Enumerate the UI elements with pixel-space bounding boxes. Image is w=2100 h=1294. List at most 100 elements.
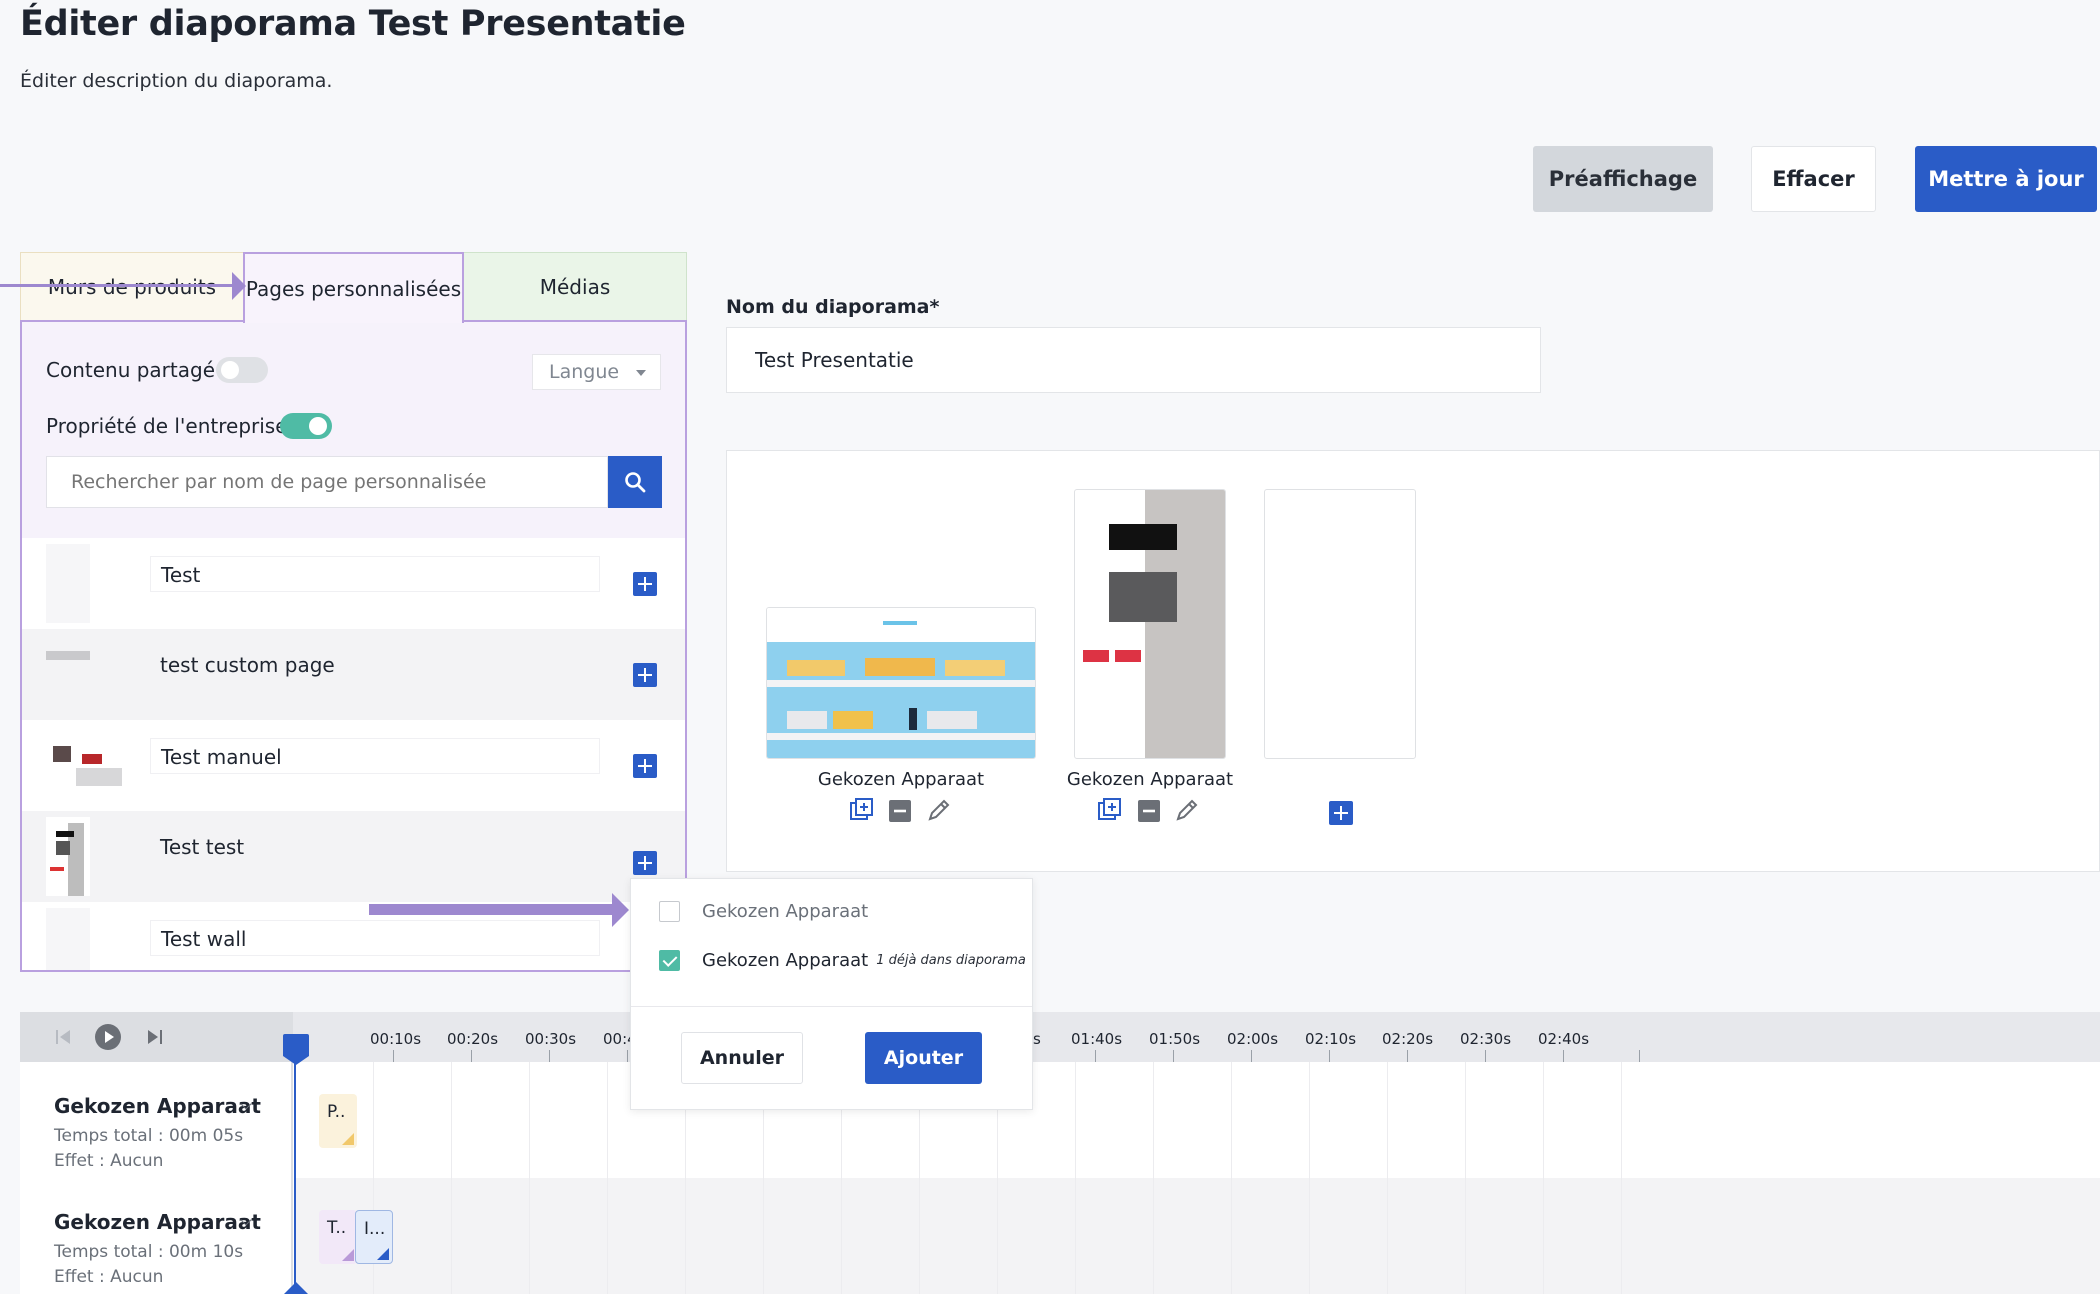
clip-label: T.. <box>327 1218 347 1238</box>
add-slide-button[interactable] <box>1329 801 1353 825</box>
custom-pages-panel: Contenu partagé Langue Propriété de l'en… <box>20 320 687 972</box>
edit-slide-icon[interactable] <box>1174 797 1200 823</box>
add-page-button[interactable] <box>633 754 657 778</box>
annotation-arrow <box>369 904 615 915</box>
shared-content-label: Contenu partagé <box>46 358 216 382</box>
shared-content-toggle[interactable] <box>216 357 268 383</box>
playhead-handle[interactable] <box>283 1034 309 1065</box>
tab-media[interactable]: Médias <box>463 252 687 322</box>
list-item: Test <box>22 538 685 629</box>
track-total-time: Temps total : 00m 05s <box>54 1126 244 1146</box>
toggle-knob <box>221 361 239 379</box>
tab-product-walls[interactable]: Murs de produits <box>20 252 244 322</box>
clip-label: P.. <box>327 1102 346 1122</box>
page-thumbnail <box>46 817 90 896</box>
add-page-button[interactable] <box>633 663 657 687</box>
annotation-arrow <box>0 284 232 287</box>
add-page-button[interactable] <box>633 851 657 875</box>
caret-down-icon <box>636 370 646 376</box>
page-thumbnail <box>46 726 126 805</box>
track-total-time: Temps total : 00m 10s <box>54 1242 244 1262</box>
timeline-time-label: 02:00s <box>1227 1030 1279 1048</box>
edit-slide-icon[interactable] <box>926 797 952 823</box>
playback-controls <box>20 1012 293 1062</box>
timeline-time-label: 00:20s <box>447 1030 499 1048</box>
page-title: Éditer diaporama Test Presentatie <box>20 4 686 44</box>
page-name: Test <box>150 556 600 592</box>
timeline-time-label: 02:30s <box>1460 1030 1512 1048</box>
update-button[interactable]: Mettre à jour <box>1915 146 2097 212</box>
slideshow-name-input[interactable] <box>726 327 1541 393</box>
popover-option[interactable]: Gekozen Apparaat 1 déjà dans diaporama <box>659 950 1026 971</box>
timeline-time-label: 02:10s <box>1305 1030 1357 1048</box>
page-name: test custom page <box>160 653 335 677</box>
company-property-label: Propriété de l'entreprise <box>46 414 288 438</box>
remove-slide-icon[interactable] <box>1137 799 1161 823</box>
slideshow-name-label: Nom du diaporama* <box>726 296 940 318</box>
slide-thumbnail[interactable] <box>1074 489 1226 759</box>
arrow-head-icon <box>232 272 246 300</box>
timeline-time-label: s <box>1033 1030 1041 1048</box>
slide-thumbnail[interactable] <box>766 607 1036 759</box>
company-property-toggle[interactable] <box>280 413 332 439</box>
toggle-knob <box>309 417 327 435</box>
page-name: Test wall <box>150 920 600 956</box>
tab-custom-pages[interactable]: Pages personnalisées <box>243 252 464 323</box>
popover-option[interactable]: Gekozen Apparaat <box>659 901 868 922</box>
clear-button[interactable]: Effacer <box>1751 146 1876 212</box>
arrow-head-icon <box>612 893 629 927</box>
add-button[interactable]: Ajouter <box>865 1032 982 1084</box>
add-page-button[interactable] <box>633 572 657 596</box>
page-subtitle: Éditer description du diaporama. <box>20 70 333 92</box>
option-checkbox[interactable] <box>659 901 680 922</box>
content-tabs: Murs de produits Pages personnalisées Mé… <box>20 252 687 323</box>
timeline: 00:10s 00:20s 00:30s 00:4 s 01:40s 01:50… <box>20 1012 2100 1294</box>
resize-handle-icon[interactable] <box>377 1248 389 1260</box>
slide-caption: Gekozen Apparaat <box>817 769 985 790</box>
timeline-time-label: 02:40s <box>1538 1030 1590 1048</box>
timeline-clip[interactable]: P.. <box>319 1094 357 1148</box>
slides-area: Gekozen Apparaat Gekozen Apparaat <box>726 450 2100 872</box>
page-thumbnail <box>46 635 90 714</box>
track-effect: Effet : Aucun <box>54 1151 164 1171</box>
clip-label: I... <box>364 1219 386 1239</box>
page-name: Test manuel <box>150 738 600 774</box>
timeline-track <box>295 1062 2100 1178</box>
slide-caption: Gekozen Apparaat <box>1066 769 1234 790</box>
remove-slide-icon[interactable] <box>888 799 912 823</box>
resize-handle-icon[interactable] <box>342 1249 354 1261</box>
timeline-track <box>295 1178 2100 1294</box>
custom-page-search-input[interactable] <box>46 456 608 508</box>
page-name: Test test <box>160 835 245 859</box>
timeline-ruler[interactable] <box>20 1012 2100 1062</box>
skip-forward-icon[interactable] <box>146 1028 164 1046</box>
cancel-button[interactable]: Annuler <box>681 1032 803 1084</box>
timeline-clip[interactable]: I... <box>355 1210 393 1264</box>
track-title: Gekozen Apparaat <box>54 1210 261 1234</box>
preview-button[interactable]: Préaffichage <box>1533 146 1713 212</box>
language-select[interactable]: Langue <box>532 354 661 390</box>
timeline-clip[interactable]: T.. <box>319 1210 357 1264</box>
timeline-time-label: 01:50s <box>1149 1030 1201 1048</box>
list-item: Test test <box>22 811 685 902</box>
divider <box>631 1006 1032 1007</box>
track-title: Gekozen Apparaat <box>54 1094 261 1118</box>
page-thumbnail <box>46 544 90 623</box>
search-icon <box>625 472 646 493</box>
play-icon[interactable] <box>94 1023 122 1051</box>
duplicate-slide-icon[interactable] <box>1097 797 1123 823</box>
language-select-value: Langue <box>549 361 620 383</box>
list-item: test custom page <box>22 629 685 720</box>
skip-back-icon[interactable] <box>54 1028 72 1046</box>
option-label: Gekozen Apparaat <box>702 901 869 922</box>
timeline-time-label: 00:30s <box>525 1030 577 1048</box>
timeline-time-label: 02:20s <box>1382 1030 1434 1048</box>
empty-slide-placeholder[interactable] <box>1264 489 1416 759</box>
resize-handle-icon[interactable] <box>342 1133 354 1145</box>
option-checkbox[interactable] <box>659 950 680 971</box>
playhead-bottom-marker <box>284 1282 308 1294</box>
playhead[interactable] <box>294 1036 296 1294</box>
duplicate-slide-icon[interactable] <box>849 797 875 823</box>
page-thumbnail <box>46 908 90 970</box>
search-button[interactable] <box>608 456 662 508</box>
